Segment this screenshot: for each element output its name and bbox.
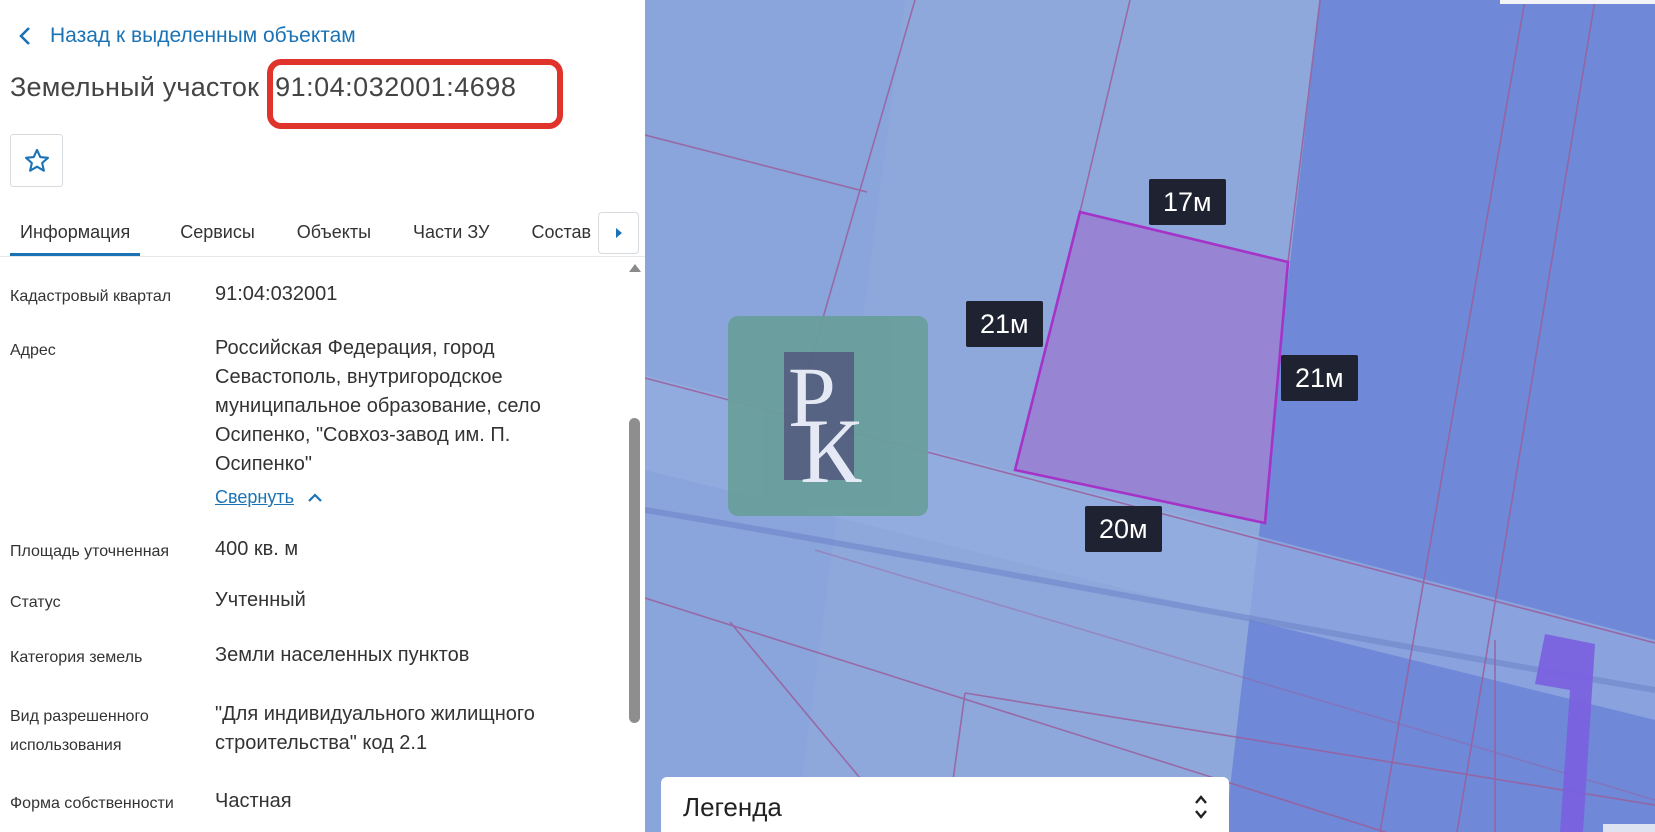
property-value: 400 кв. м xyxy=(215,538,299,560)
property-status: Статус Учтенный xyxy=(10,586,610,617)
property-label: Категория земель xyxy=(10,649,143,666)
favorite-button[interactable] xyxy=(10,134,63,187)
dimension-label-right: 21м xyxy=(1281,355,1358,401)
scrollbar-thumb[interactable] xyxy=(629,418,640,723)
dimension-label-bottom: 20м xyxy=(1085,506,1162,552)
property-label: Статус xyxy=(10,594,61,611)
legend-title: Легенда xyxy=(683,791,782,822)
property-value: Учтенный xyxy=(215,589,306,611)
dimension-label-top: 17м xyxy=(1149,179,1226,225)
rk-logo-icon: Р К xyxy=(784,349,862,502)
property-label: Площадь уточненная xyxy=(10,543,170,560)
property-permitted-use: Вид разрешенного использования "Для инди… xyxy=(10,700,610,760)
caret-right-icon xyxy=(615,228,622,238)
back-link-label: Назад к выделенным объектам xyxy=(50,24,356,47)
dimension-label-left: 21м xyxy=(966,301,1043,347)
info-panel: Назад к выделенным объектам Земельный уч… xyxy=(0,0,645,832)
property-value: Земли населенных пунктов xyxy=(215,644,470,666)
property-label: Адрес xyxy=(10,342,56,359)
tab-composition[interactable]: Состав xyxy=(521,212,591,256)
collapse-link[interactable]: Свернуть xyxy=(215,483,322,512)
back-to-selected-link[interactable]: Назад к выделенным объектам xyxy=(18,24,356,48)
chevron-up-down-icon xyxy=(1195,795,1207,819)
property-value: 91:04:032001 xyxy=(215,283,338,305)
property-label: Вид разрешенного использования xyxy=(10,708,149,754)
tab-parts[interactable]: Части ЗУ xyxy=(403,212,489,256)
map-view[interactable]: Р К 17м 21м 21м 20м Легенда xyxy=(645,0,1655,832)
chevron-left-icon xyxy=(19,27,30,45)
watermark-logo: Р К xyxy=(728,316,928,516)
property-quarter: Кадастровый квартал 91:04:032001 xyxy=(10,280,610,311)
property-ownership: Форма собственности Частная xyxy=(10,787,610,818)
tabs-bar: Информация Сервисы Объекты Части ЗУ Сост… xyxy=(10,212,623,256)
property-value: "Для индивидуального жилищного строитель… xyxy=(215,703,535,754)
tab-services[interactable]: Сервисы xyxy=(170,212,255,256)
tab-info[interactable]: Информация xyxy=(10,212,141,256)
tabs-next-button[interactable] xyxy=(598,212,639,254)
property-area: Площадь уточненная 400 кв. м xyxy=(10,535,610,566)
tab-objects[interactable]: Объекты xyxy=(287,212,371,256)
tabs-divider xyxy=(0,256,645,257)
star-icon xyxy=(24,148,49,172)
property-label: Кадастровый квартал xyxy=(10,288,172,305)
property-value-wrap: Российская Федерация, город Севастополь,… xyxy=(215,334,605,512)
property-category: Категория земель Земли населенных пункто… xyxy=(10,641,610,672)
legend-toggle[interactable]: Легенда xyxy=(661,777,1229,832)
property-label: Форма собственности xyxy=(10,795,174,812)
chevron-up-icon xyxy=(308,493,322,502)
property-value: Российская Федерация, город Севастополь,… xyxy=(215,337,541,475)
object-type-label: Земельный участок xyxy=(10,72,260,102)
property-address: Адрес Российская Федерация, город Севаст… xyxy=(10,334,610,512)
scroll-up-arrow[interactable] xyxy=(629,264,641,272)
property-value: Частная xyxy=(215,790,292,812)
logo-letter-k: К xyxy=(800,400,862,502)
collapse-label: Свернуть xyxy=(215,487,294,507)
cadastral-number-highlight xyxy=(267,59,563,129)
